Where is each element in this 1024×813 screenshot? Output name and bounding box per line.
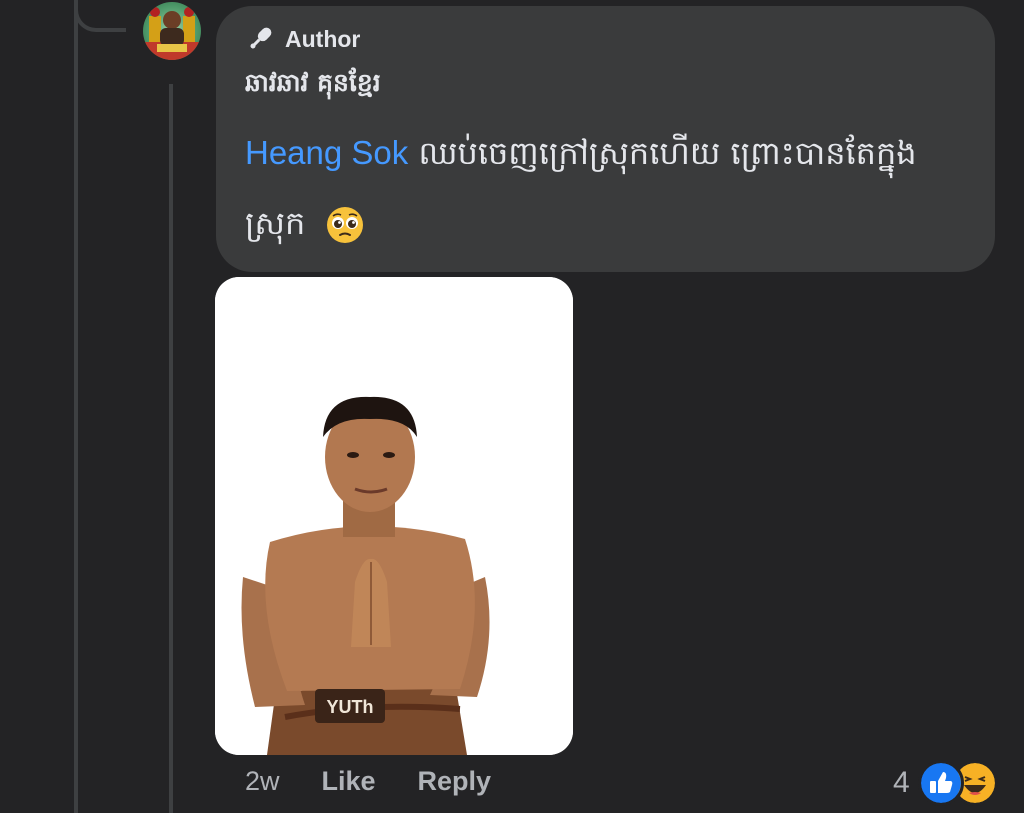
reply-button[interactable]: Reply [418, 766, 492, 797]
author-label: Author [285, 25, 361, 52]
mention-link[interactable]: Heang Sok [245, 134, 408, 171]
comment-text: Heang Sok ឈប់ចេញក្រៅស្រុកហើយ ព្រោះបានតែក… [245, 118, 975, 258]
reaction-count: 4 [893, 766, 910, 799]
reaction-summary[interactable]: 4 [893, 760, 998, 806]
avatar[interactable] [143, 2, 201, 60]
comment-actions: 2w Like Reply [245, 766, 533, 797]
thread-connector-curve [74, 0, 126, 32]
fighter-photo: YUTh [215, 277, 573, 755]
microphone-icon [250, 27, 272, 49]
reply-thread-line [169, 84, 173, 813]
shorts-logo: YUTh [327, 697, 374, 717]
like-button[interactable]: Like [322, 766, 376, 797]
attached-photo[interactable]: YUTh [215, 277, 573, 755]
commenter-name[interactable]: ឆាវឆាវ គុនខ្មែរ [245, 68, 381, 104]
comment-thread: Author ឆាវឆាវ គុនខ្មែរ Heang Sok ឈប់ចេញក… [0, 0, 1024, 813]
pleading-face-emoji [327, 207, 364, 243]
thread-line [74, 0, 78, 813]
author-badge: Author [245, 24, 360, 54]
timestamp[interactable]: 2w [245, 766, 280, 797]
avatar-image [143, 7, 201, 60]
like-reaction-icon [917, 760, 964, 806]
